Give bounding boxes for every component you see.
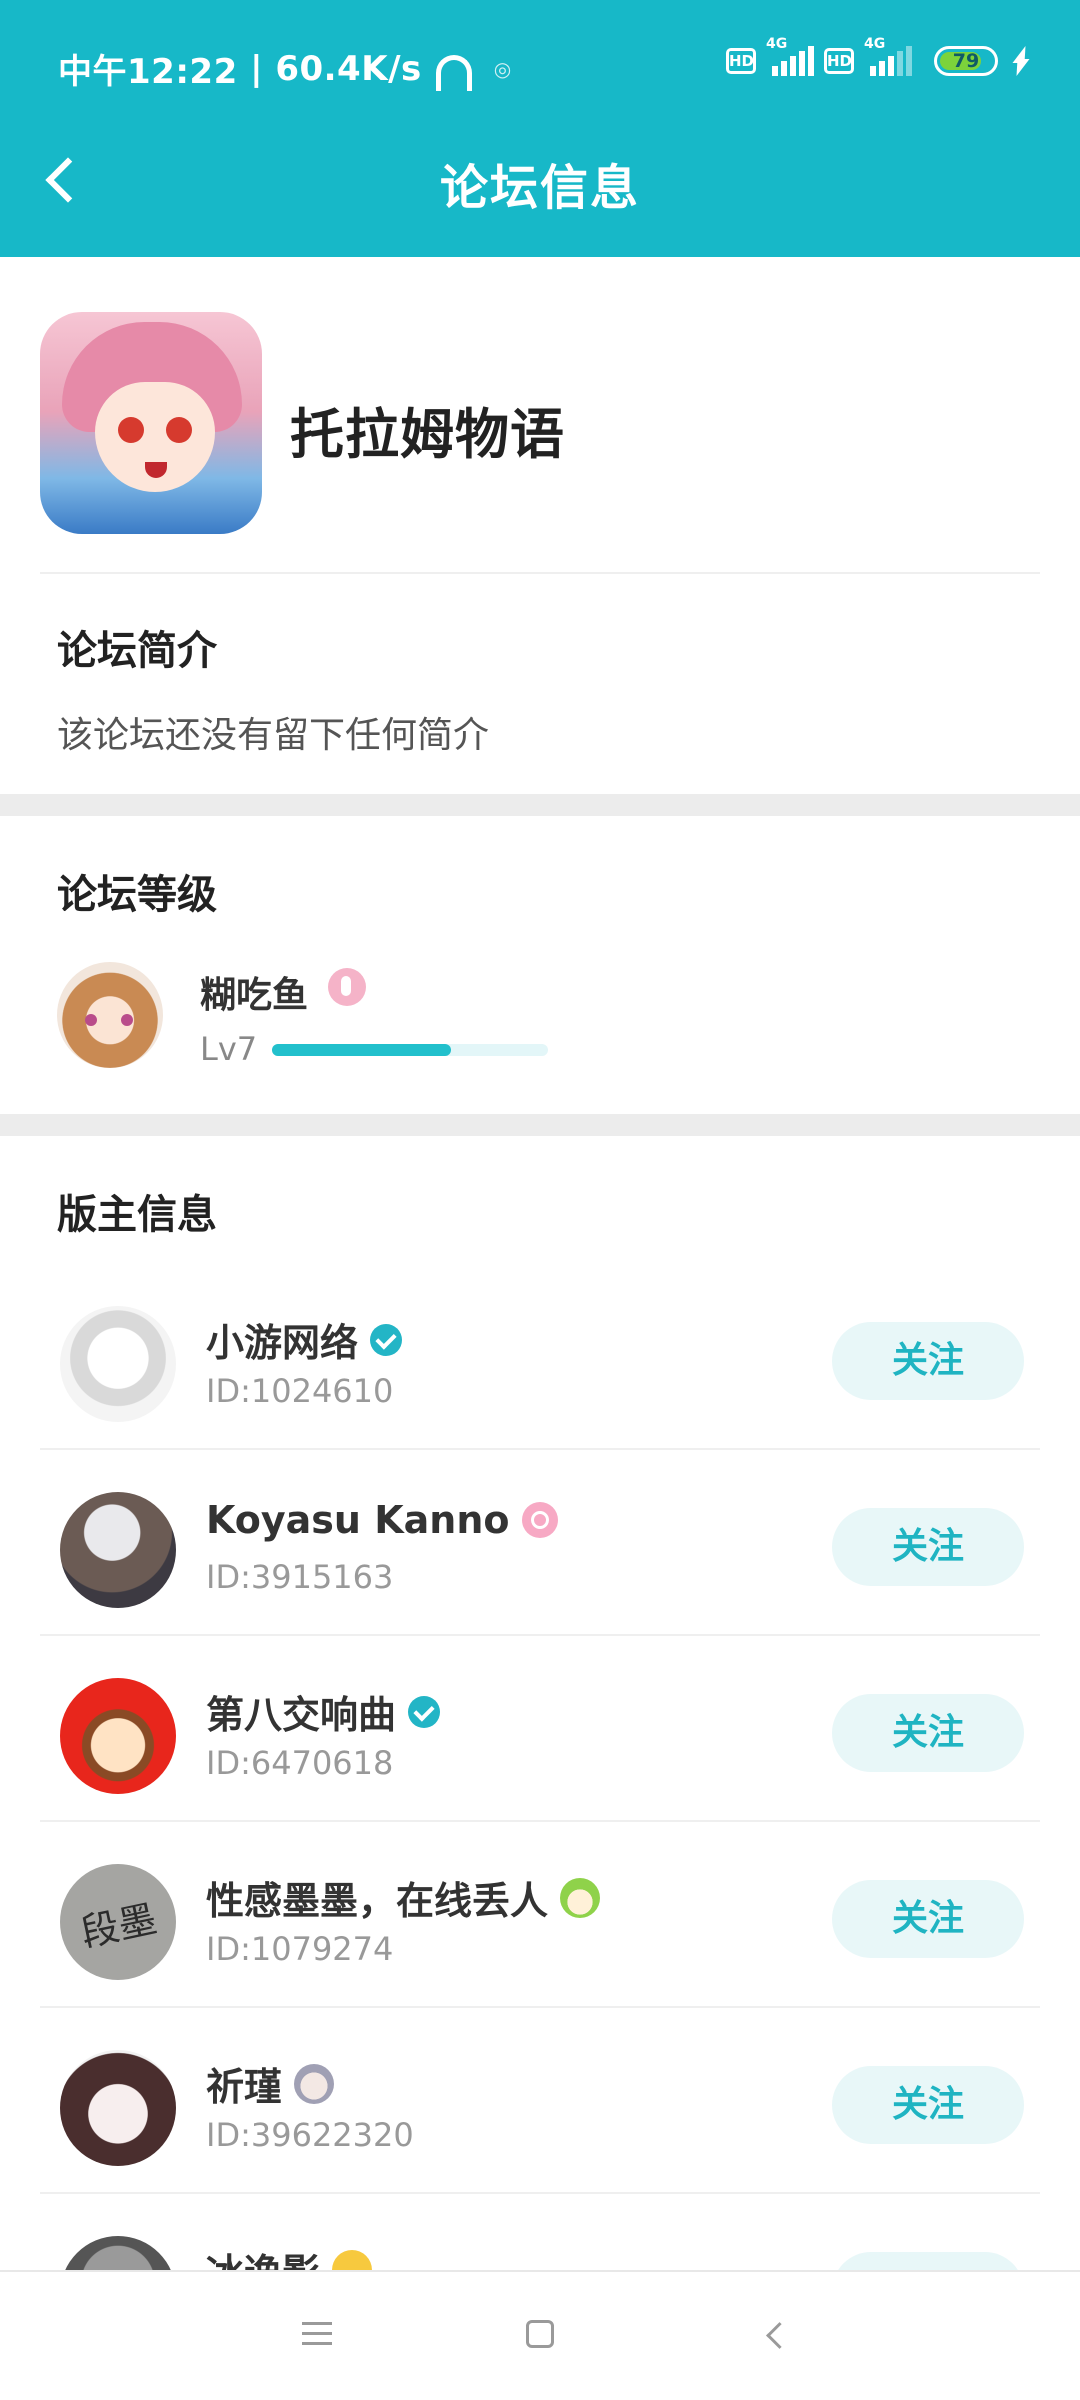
hd-icon-2: HD	[824, 48, 854, 74]
moderator-id: ID:39622320	[206, 2116, 414, 2154]
moderator-avatar[interactable]: 段墨	[60, 1864, 176, 1980]
moderator-id: ID:1079274	[206, 1930, 394, 1968]
charging-icon	[1012, 46, 1028, 76]
moderator-id: ID:3915163	[206, 1558, 394, 1596]
avatar-calligraphy: 段墨	[76, 1896, 161, 1955]
hd-icon: HD	[726, 48, 756, 74]
system-nav-bar	[0, 2270, 1080, 2400]
moderator-name[interactable]: 小游网络	[206, 1312, 358, 1367]
forum-name: 托拉姆物语	[290, 403, 565, 466]
app-header: 中午12:22 | 60.4K/s ◎ HD 4G HD 4G 79 论坛信息	[0, 0, 1080, 257]
status-left: 中午12:22 | 60.4K/s ◎	[58, 44, 512, 93]
moderator-avatar[interactable]	[60, 2050, 176, 2166]
level-badge-icon	[521, 1502, 558, 1538]
user-badge-icon	[328, 968, 366, 1006]
headset-icon	[435, 54, 472, 91]
signal-icon: 4G	[766, 36, 814, 76]
sync-icon: ◎	[493, 56, 512, 81]
level-user-avatar[interactable]	[57, 962, 163, 1068]
signal-icon-2: 4G	[864, 36, 912, 76]
moderator-avatar[interactable]	[60, 1306, 176, 1422]
status-bar: 中午12:22 | 60.4K/s ◎ HD 4G HD 4G 79	[0, 0, 1080, 130]
level-progress-bar	[272, 1044, 548, 1056]
intro-text: 该论坛还没有留下任何简介	[57, 715, 490, 756]
moderator-id: ID:1024610	[206, 1372, 394, 1410]
follow-button[interactable]: 关注	[832, 1880, 1024, 1958]
forum-avatar	[40, 312, 262, 534]
divider	[40, 572, 1040, 574]
moderator-avatar[interactable]	[60, 1678, 176, 1794]
emoji-badge-icon	[560, 1877, 601, 1918]
section-gap-2	[0, 1114, 1080, 1136]
nav-back-icon[interactable]	[762, 2322, 788, 2348]
moderator-id: ID:6470618	[206, 1744, 394, 1782]
level-label: Lv7	[200, 1030, 258, 1068]
level-progress-fill	[272, 1044, 452, 1056]
status-net-speed: 60.4K/s	[275, 48, 422, 89]
moderator-name[interactable]: 性感墨墨，在线丢人	[206, 1870, 548, 1925]
moderators-title: 版主信息	[57, 1192, 217, 1238]
moderator-row: 第八交响曲 ID:6470618 关注	[0, 1636, 1080, 1822]
verified-icon	[370, 1323, 403, 1356]
menu-icon[interactable]	[302, 2322, 332, 2346]
moderator-avatar[interactable]	[60, 1492, 176, 1608]
moderator-row: 祈瑾 ID:39622320 关注	[0, 2008, 1080, 2194]
follow-button[interactable]: 关注	[832, 1322, 1024, 1400]
moderator-name[interactable]: 祈瑾	[206, 2056, 282, 2111]
moderator-row: Koyasu Kanno ID:3915163 关注	[0, 1450, 1080, 1636]
moderator-row: 小游网络 ID:1024610 关注	[0, 1264, 1080, 1450]
level-user-name[interactable]: 糊吃鱼	[200, 966, 308, 1018]
page-title: 论坛信息	[439, 160, 640, 216]
follow-button[interactable]: 关注	[832, 2066, 1024, 2144]
status-time: 中午12:22	[58, 52, 238, 92]
intro-title: 论坛简介	[57, 628, 217, 674]
follow-button[interactable]: 关注	[832, 1694, 1024, 1772]
moderator-row: 段墨 性感墨墨，在线丢人 ID:1079274 关注	[0, 1822, 1080, 2008]
home-icon[interactable]	[526, 2320, 554, 2348]
follow-button[interactable]: 关注	[832, 1508, 1024, 1586]
character-badge-icon	[294, 2063, 335, 2104]
status-right: HD 4G HD 4G 79	[726, 36, 1028, 76]
section-gap	[0, 794, 1080, 816]
moderator-name[interactable]: 第八交响曲	[206, 1684, 396, 1739]
level-title: 论坛等级	[57, 872, 217, 918]
battery-icon: 79	[934, 46, 998, 76]
verified-icon	[408, 1695, 441, 1728]
moderator-name[interactable]: Koyasu Kanno	[206, 1498, 510, 1542]
